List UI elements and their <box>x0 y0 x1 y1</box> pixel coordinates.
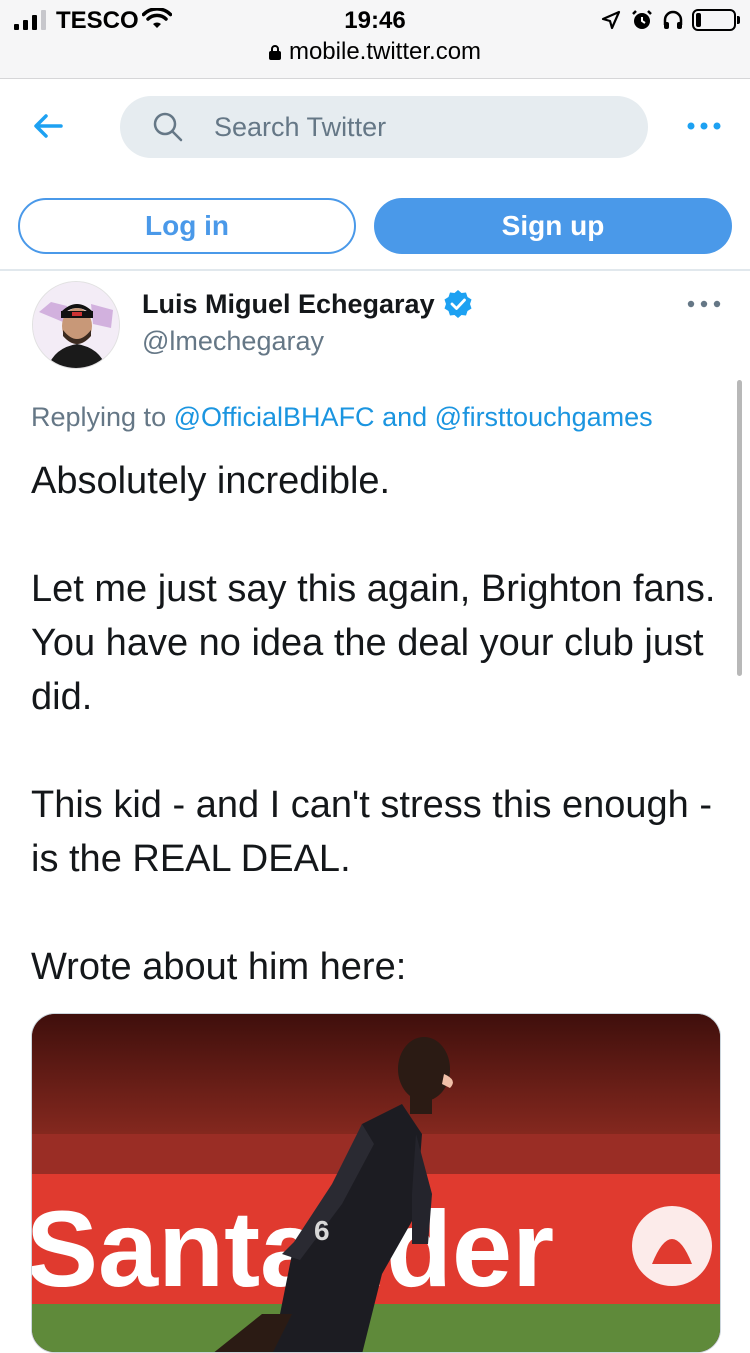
reply-joiner: and <box>382 402 428 432</box>
search-icon <box>153 112 183 142</box>
avatar[interactable] <box>32 281 120 369</box>
status-bar: TESCO 19:46 <box>0 0 750 40</box>
avatar-image <box>33 282 119 368</box>
reply-mention-firsttouchgames[interactable]: @firsttouchgames <box>435 402 653 432</box>
reply-mention-officialbhafc[interactable]: @OfficialBHAFC <box>174 402 375 432</box>
tweet-more-icon[interactable] <box>684 294 724 314</box>
lock-icon <box>268 45 281 60</box>
scrollbar[interactable] <box>737 380 742 676</box>
back-arrow-icon[interactable] <box>28 106 68 146</box>
search-input[interactable] <box>214 96 634 158</box>
battery-icon <box>692 9 740 31</box>
location-arrow-icon <box>601 10 621 30</box>
search-box[interactable] <box>120 96 648 158</box>
replying-prefix: Replying to <box>31 402 167 432</box>
address-bar[interactable]: mobile.twitter.com <box>0 38 750 66</box>
display-name-text: Luis Miguel Echegaray <box>142 289 435 319</box>
battery-level <box>696 13 701 27</box>
tweet-media-image[interactable]: Santander 6 <box>31 1013 721 1353</box>
more-options-icon[interactable] <box>684 112 724 140</box>
status-icons <box>600 6 740 34</box>
browser-chrome: TESCO 19:46 mobile.twitter.com <box>0 0 750 79</box>
replying-to: Replying to @OfficialBHAFC and @firsttou… <box>31 402 653 433</box>
verified-badge-icon <box>444 290 472 318</box>
football-photo: Santander 6 <box>32 1014 720 1352</box>
login-button[interactable]: Log in <box>18 198 356 254</box>
user-handle[interactable]: @lmechegaray <box>142 326 324 357</box>
signup-button[interactable]: Sign up <box>374 198 732 254</box>
tweet-text: Absolutely incredible. Let me just say t… <box>31 460 716 988</box>
alarm-icon <box>632 10 652 29</box>
headphones-icon <box>663 10 683 29</box>
shirt-number: 6 <box>314 1215 330 1246</box>
url-text: mobile.twitter.com <box>288 38 482 65</box>
display-name[interactable]: Luis Miguel Echegaray <box>142 289 473 320</box>
